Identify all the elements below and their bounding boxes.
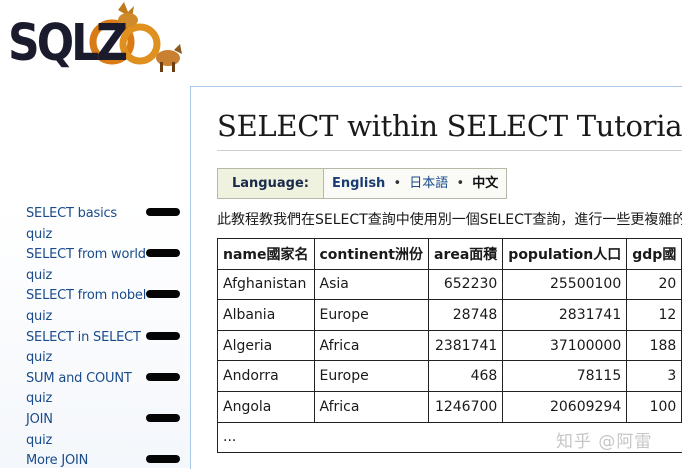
sidebar-link[interactable]: SELECT from nobel bbox=[26, 288, 146, 303]
table-cell: Africa bbox=[313, 329, 429, 362]
language-english: English bbox=[331, 176, 386, 191]
table-cell: 1246700 bbox=[427, 390, 504, 423]
table-cell: Albania bbox=[217, 299, 315, 331]
sidebar-item: quiz bbox=[26, 264, 186, 285]
table-header-cell: gdp國 bbox=[626, 238, 682, 270]
table-header-row: name國家名 continent洲份 area面積 population人口 gdp國 bbox=[217, 238, 682, 270]
table-cell: 28748 bbox=[427, 299, 504, 331]
sidebar-link[interactable]: quiz bbox=[26, 227, 52, 242]
table-cell: Algeria bbox=[217, 329, 315, 362]
sidebar-item: SELECT from nobel bbox=[26, 284, 186, 305]
zhihu-watermark: 知乎 @阿雷 bbox=[556, 432, 653, 452]
table-row: Angola Africa 1246700 20609294 100 bbox=[217, 390, 682, 423]
sidebar-item: SUM and COUNT bbox=[26, 367, 186, 388]
table-header-cell: name國家名 bbox=[217, 238, 315, 270]
progress-bar-icon bbox=[146, 290, 180, 299]
table-row: Albania Europe 28748 2831741 12 bbox=[217, 299, 682, 331]
language-separator: • bbox=[456, 176, 465, 191]
table-cell: 2831741 bbox=[502, 299, 628, 331]
table-header-cell: population人口 bbox=[502, 238, 628, 270]
sidebar-item: quiz bbox=[26, 305, 186, 326]
progress-bar-icon bbox=[146, 249, 180, 258]
table-cell: Europe bbox=[313, 299, 429, 331]
sidebar-link[interactable]: JOIN bbox=[26, 412, 53, 427]
language-selector: Language: English • 日本語 • 中文 bbox=[217, 168, 508, 199]
page-title: SELECT within SELECT Tutorial bbox=[217, 109, 682, 143]
title-divider bbox=[217, 150, 682, 151]
table-row: Afghanistan Asia 652230 25500100 20 bbox=[217, 268, 682, 301]
table-cell: Angola bbox=[217, 390, 315, 423]
sidebar-nav: SELECT basics quiz SELECT from world quiz SE… bbox=[26, 202, 186, 470]
sidebar-item: SELECT in SELECT bbox=[26, 326, 186, 347]
language-chinese: 中文 bbox=[472, 176, 499, 191]
sidebar-link[interactable]: quiz bbox=[26, 268, 52, 283]
table-cell: Afghanistan bbox=[217, 268, 315, 301]
sidebar-item: quiz bbox=[26, 223, 186, 244]
table-cell: 37100000 bbox=[502, 329, 628, 362]
table-cell: Asia bbox=[313, 268, 429, 301]
progress-bar-icon bbox=[146, 208, 180, 216]
table-cell: 20609294 bbox=[502, 390, 628, 423]
table-cell: 3 bbox=[626, 360, 682, 392]
sidebar-item: SELECT basics bbox=[26, 202, 186, 223]
intro-text: 此教程教我們在SELECT查詢中使用別一個SELECT查詢，進行一些更複雜的查詢… bbox=[217, 212, 682, 228]
sidebar-link[interactable]: SUM and COUNT bbox=[26, 371, 132, 386]
table-header-cell: area面積 bbox=[427, 238, 504, 270]
logo-text: SQLZ bbox=[8, 14, 128, 73]
sidebar-link[interactable]: More JOIN bbox=[26, 453, 88, 468]
language-separator: • bbox=[393, 176, 402, 191]
progress-bar-icon bbox=[146, 455, 180, 464]
table-cell: Andorra bbox=[217, 360, 315, 392]
table-row: Andorra Europe 468 78115 3 bbox=[217, 360, 682, 392]
table-cell: 20 bbox=[626, 268, 682, 301]
sidebar-link[interactable]: SELECT from world bbox=[26, 247, 146, 262]
sidebar-link[interactable]: quiz bbox=[26, 350, 52, 365]
language-options: English • 日本語 • 中文 bbox=[323, 169, 507, 198]
table-cell: 78115 bbox=[502, 360, 628, 392]
table-cell: 2381741 bbox=[427, 329, 504, 362]
table-header-cell: continent洲份 bbox=[313, 238, 429, 270]
sqlzoo-logo[interactable]: SQLZ bbox=[4, 0, 184, 78]
language-japanese-link[interactable]: 日本語 bbox=[409, 176, 448, 191]
table-cell: 188 bbox=[626, 329, 682, 362]
sidebar-link[interactable]: quiz bbox=[26, 391, 52, 406]
content-frame: SELECT within SELECT Tutorial Language: … bbox=[190, 86, 682, 469]
sidebar-item: quiz bbox=[26, 429, 186, 450]
sidebar-link[interactable]: SELECT basics bbox=[26, 206, 117, 221]
world-table: name國家名 continent洲份 area面積 population人口 gdp國… bbox=[216, 238, 682, 454]
table-cell: 25500100 bbox=[502, 268, 628, 301]
sidebar-item: quiz bbox=[26, 346, 186, 367]
sidebar-link[interactable]: SELECT in SELECT bbox=[26, 330, 141, 345]
sidebar-item: More JOIN bbox=[26, 449, 186, 470]
table-cell: 652230 bbox=[427, 268, 504, 301]
table-cell: 100 bbox=[626, 390, 682, 423]
table-row: Algeria Africa 2381741 37100000 188 bbox=[217, 329, 682, 362]
table-cell: 12 bbox=[626, 299, 682, 331]
sidebar-link[interactable]: quiz bbox=[26, 309, 52, 324]
progress-bar-icon bbox=[146, 372, 180, 381]
language-label: Language: bbox=[218, 169, 324, 198]
table-cell: Europe bbox=[313, 360, 429, 392]
table-cell: Africa bbox=[313, 390, 429, 423]
progress-bar-icon bbox=[146, 331, 180, 340]
sidebar-item: JOIN bbox=[26, 408, 186, 429]
progress-bar-icon bbox=[146, 413, 180, 422]
sidebar-item: quiz bbox=[26, 387, 186, 408]
sidebar-link[interactable]: quiz bbox=[26, 433, 52, 448]
sidebar-item: SELECT from world bbox=[26, 243, 186, 264]
table-cell: 468 bbox=[427, 360, 504, 392]
site-header: SQLZ bbox=[0, 0, 682, 86]
